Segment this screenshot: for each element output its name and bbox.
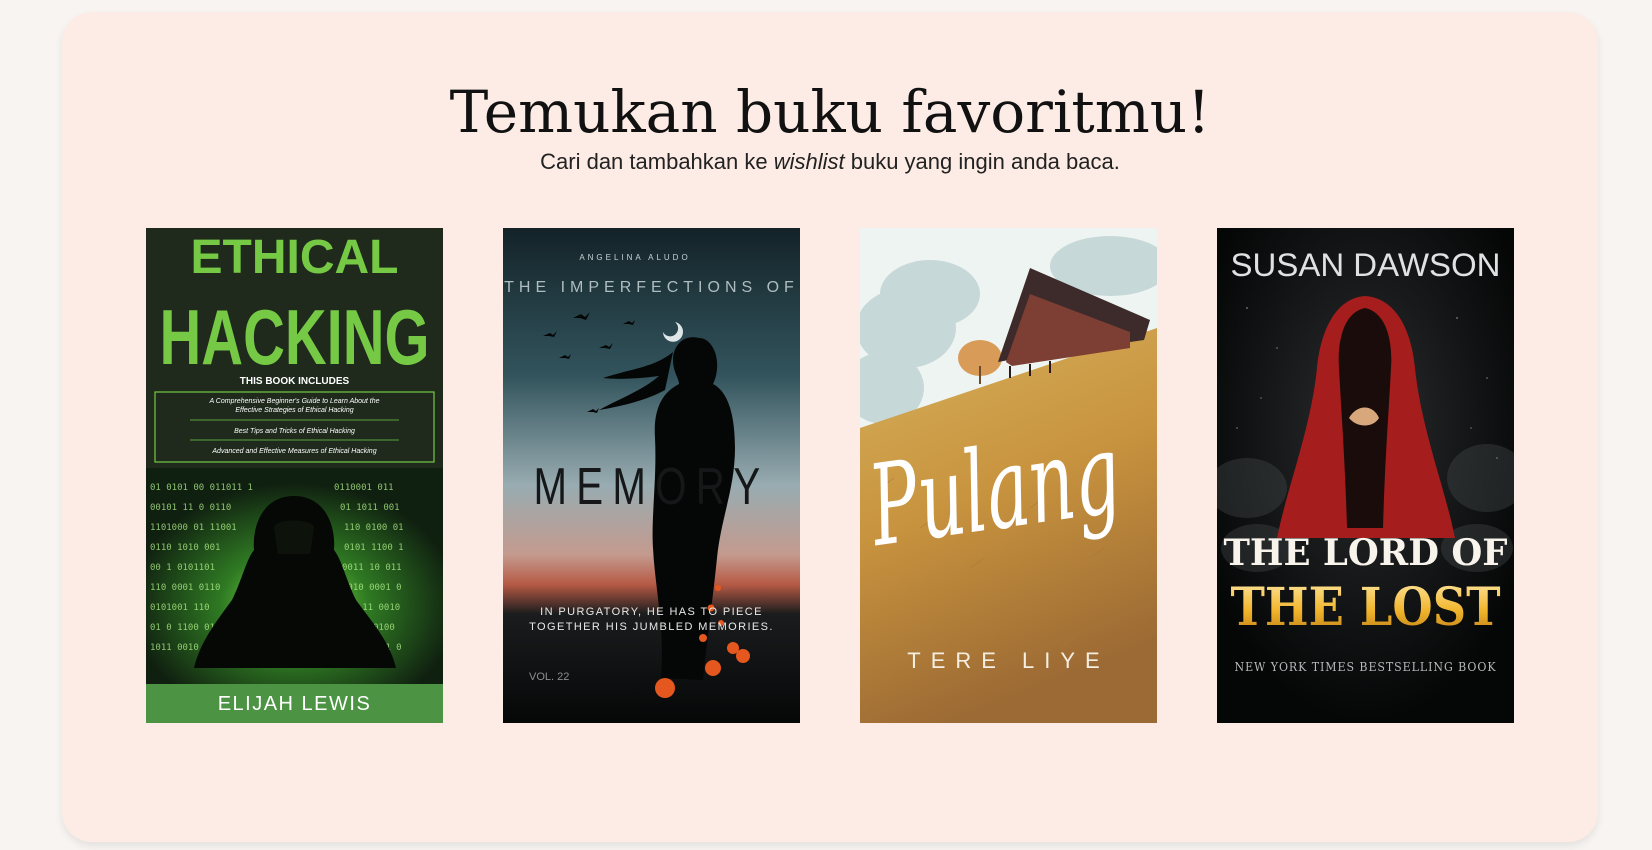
book-cover-memory[interactable]: ANGELINA ALUDO THE IMPERFECTIONS OF MEMO… bbox=[503, 228, 800, 723]
cover-includes-item-1a: A Comprehensive Beginner's Guide to Lear… bbox=[208, 398, 379, 405]
svg-text:110 0001 0110: 110 0001 0110 bbox=[150, 583, 220, 593]
book-cover-lord-of-the-lost[interactable]: SUSAN DAWSON THE LORD OF THE LOST NEW YO… bbox=[1217, 228, 1514, 723]
svg-text:0011 10 011: 0011 10 011 bbox=[342, 563, 402, 573]
subtitle-text-end: buku yang ingin anda baca. bbox=[844, 149, 1120, 174]
memory-cover-art: ANGELINA ALUDO THE IMPERFECTIONS OF MEMO… bbox=[503, 228, 800, 723]
cover-tagline-line2: TOGETHER HIS JUMBLED MEMORIES. bbox=[529, 621, 774, 633]
cover-title-line1: ETHICAL bbox=[191, 231, 399, 284]
subtitle-wishlist-emphasis: wishlist bbox=[773, 149, 845, 174]
svg-text:00 1 0101101: 00 1 0101101 bbox=[150, 563, 215, 573]
svg-text:01 1011 001: 01 1011 001 bbox=[340, 503, 400, 513]
cover-includes-item-1b: Effective Strategies of Ethical Hacking bbox=[235, 407, 353, 414]
svg-text:01 0101 00 011011 1: 01 0101 00 011011 1 bbox=[150, 483, 253, 493]
cover-title-line2: HACKING bbox=[160, 293, 430, 381]
cover-volume: VOL. 22 bbox=[529, 671, 569, 683]
svg-text:01 0 1100 01: 01 0 1100 01 bbox=[150, 623, 215, 633]
cover-includes-item-3: Advanced and Effective Measures of Ethic… bbox=[211, 448, 376, 455]
subtitle-text-start: Cari dan tambahkan ke bbox=[540, 149, 774, 174]
cover-title-line1: THE LORD OF bbox=[1224, 532, 1508, 574]
lord-of-the-lost-cover-art: SUSAN DAWSON THE LORD OF THE LOST NEW YO… bbox=[1217, 228, 1514, 723]
cover-tagline-line1: IN PURGATORY, HE HAS TO PIECE bbox=[540, 606, 763, 618]
cover-author: ELIJAH LEWIS bbox=[218, 693, 372, 715]
cover-author: TERE LIYE bbox=[907, 648, 1109, 673]
book-cover-pulang[interactable]: Pulang TERE LIYE bbox=[860, 228, 1157, 723]
svg-text:00101 11 0 0110: 00101 11 0 0110 bbox=[150, 503, 231, 513]
cover-author: ANGELINA ALUDO bbox=[579, 253, 690, 262]
cover-title-line2: THE LOST bbox=[1231, 577, 1501, 638]
cover-author: SUSAN DAWSON bbox=[1231, 247, 1501, 283]
svg-text:0101 1100 1: 0101 1100 1 bbox=[344, 543, 404, 553]
svg-text:0110 1010 001: 0110 1010 001 bbox=[150, 543, 220, 553]
hero-card: Temukan buku favoritmu! Cari dan tambahk… bbox=[62, 12, 1598, 842]
book-cover-ethical-hacking[interactable]: 01 0101 00 011011 1 00101 11 0 0110 1101… bbox=[146, 228, 443, 723]
cover-includes-heading: THIS BOOK INCLUDES bbox=[240, 376, 350, 387]
cover-kicker: THE IMPERFECTIONS OF bbox=[504, 279, 799, 296]
cover-includes-item-2: Best Tips and Tricks of Ethical Hacking bbox=[234, 428, 355, 435]
page-title: Temukan buku favoritmu! bbox=[449, 78, 1211, 146]
svg-text:110 0100 01: 110 0100 01 bbox=[344, 523, 404, 533]
svg-text:1101000 01 11001: 1101000 01 11001 bbox=[150, 523, 237, 533]
svg-text:0101001 110: 0101001 110 bbox=[150, 603, 210, 613]
cover-title: MEMORY bbox=[534, 458, 770, 516]
cover-tagline: NEW YORK TIMES BESTSELLING BOOK bbox=[1235, 660, 1497, 674]
page-subtitle: Cari dan tambahkan ke wishlist buku yang… bbox=[62, 146, 1598, 178]
ethical-hacking-cover-art: 01 0101 00 011011 1 00101 11 0 0110 1101… bbox=[146, 228, 443, 723]
svg-text:0110001 011: 0110001 011 bbox=[334, 483, 394, 493]
pulang-cover-art: Pulang TERE LIYE bbox=[860, 228, 1157, 723]
